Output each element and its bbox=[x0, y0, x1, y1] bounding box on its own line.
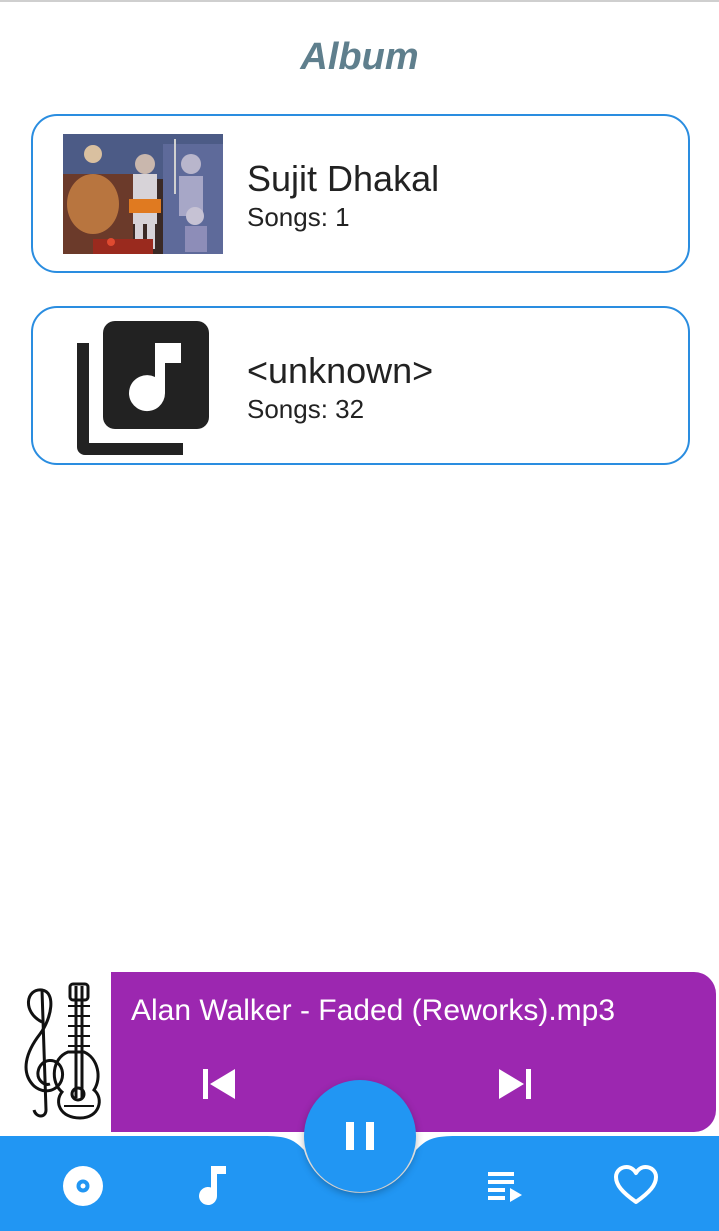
album-screen: Album Sujit Dhakal Songs: 1 <unknown> So… bbox=[0, 0, 719, 1231]
album-art-photo bbox=[63, 134, 223, 254]
pause-icon bbox=[346, 1122, 374, 1150]
skip-previous-icon[interactable] bbox=[199, 1064, 239, 1104]
status-divider bbox=[0, 0, 719, 2]
skip-next-icon[interactable] bbox=[495, 1064, 535, 1104]
album-name: Sujit Dhakal bbox=[247, 158, 440, 199]
now-playing-bar[interactable]: Alan Walker - Faded (Reworks).mp3 bbox=[111, 972, 716, 1132]
now-playing-title: Alan Walker - Faded (Reworks).mp3 bbox=[131, 994, 616, 1027]
album-song-count: Songs: 1 bbox=[247, 202, 350, 232]
album-name: <unknown> bbox=[247, 350, 434, 391]
page-title: Album bbox=[300, 36, 419, 78]
album-card[interactable]: <unknown> Songs: 32 bbox=[31, 306, 690, 465]
album-song-count: Songs: 32 bbox=[247, 394, 365, 424]
library-music-icon bbox=[75, 321, 211, 457]
heart-icon[interactable] bbox=[612, 1162, 660, 1210]
music-note-icon[interactable] bbox=[190, 1162, 238, 1210]
album-card[interactable]: Sujit Dhakal Songs: 1 bbox=[31, 114, 690, 273]
pause-button[interactable] bbox=[304, 1080, 416, 1192]
playlist-play-icon[interactable] bbox=[480, 1162, 528, 1210]
album-icon[interactable] bbox=[59, 1162, 107, 1210]
guitar-treble-clef-icon bbox=[12, 982, 104, 1122]
